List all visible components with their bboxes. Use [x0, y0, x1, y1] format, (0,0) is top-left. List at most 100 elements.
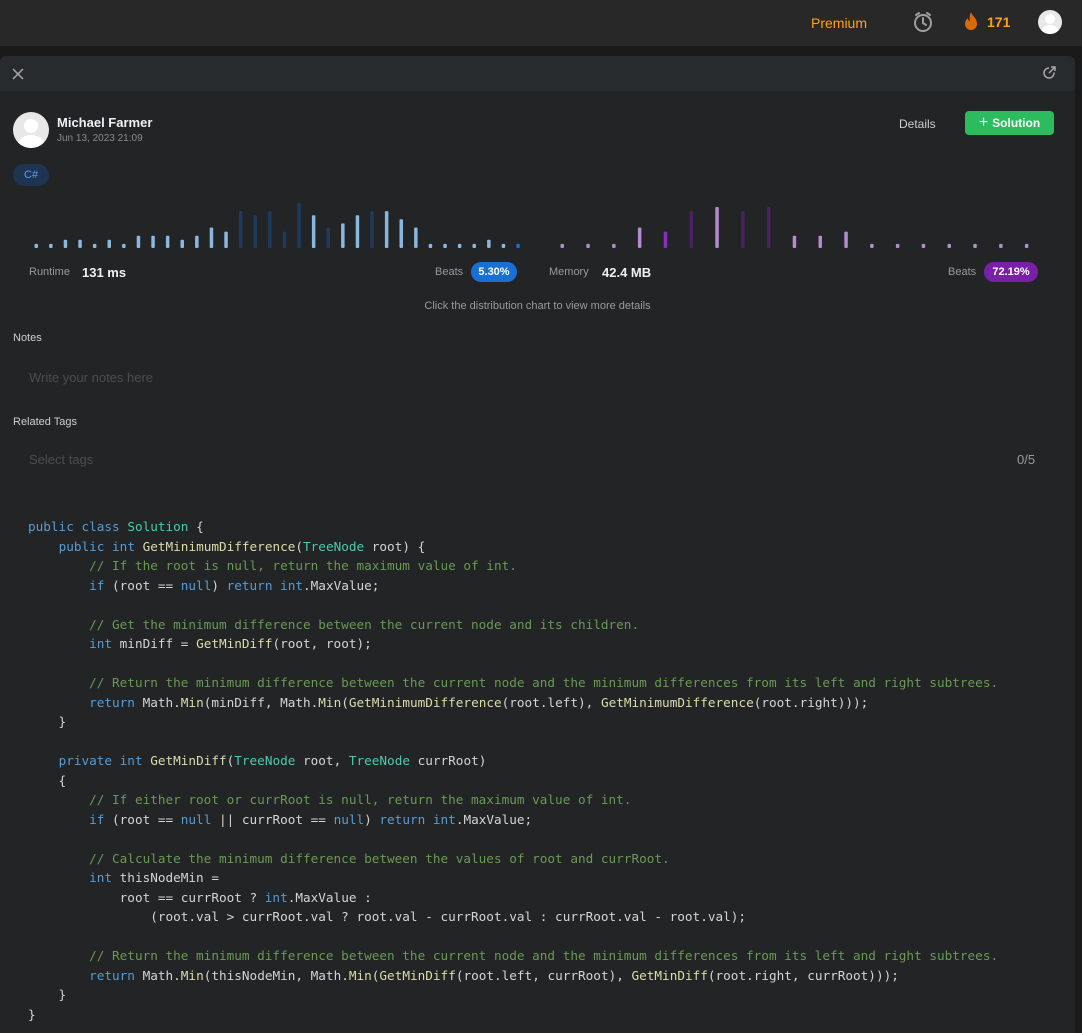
runtime-bar-33[interactable] — [501, 243, 506, 248]
runtime-bar-14[interactable] — [224, 231, 228, 248]
memory-bar-3[interactable] — [612, 243, 616, 248]
user-avatar-icon[interactable] — [1038, 10, 1062, 34]
memory-bar-17[interactable] — [973, 243, 977, 248]
code-token: // If the root is null, return the maxim… — [89, 558, 517, 573]
runtime-bar-29[interactable] — [443, 243, 447, 248]
code-token: (root == — [104, 577, 181, 593]
code-token: ) — [364, 811, 380, 827]
runtime-bar-4[interactable] — [78, 239, 82, 248]
runtime-bar-22[interactable] — [341, 223, 345, 248]
runtime-bar-3[interactable] — [63, 239, 68, 248]
memory-bar-7[interactable] — [715, 207, 719, 248]
memory-bar-16[interactable] — [947, 243, 952, 248]
runtime-bar-2[interactable] — [49, 243, 53, 248]
memory-bar-4[interactable] — [637, 227, 642, 249]
runtime-bar-30[interactable] — [457, 243, 462, 248]
premium-link[interactable]: Premium — [811, 15, 867, 31]
top-navbar: Premium 171 — [0, 0, 1082, 46]
runtime-bar-26[interactable] — [399, 219, 404, 248]
code-token: Min — [180, 694, 204, 710]
runtime-bar-25[interactable] — [384, 211, 389, 248]
code-token: root == currRoot ? — [28, 889, 265, 905]
memory-bar-13[interactable] — [870, 243, 874, 248]
code-token: .MaxValue : — [287, 889, 372, 905]
runtime-bar-28[interactable] — [428, 243, 433, 248]
tags-select[interactable]: Select tags — [13, 444, 1053, 476]
runtime-bar-31[interactable] — [472, 243, 477, 248]
runtime-bar-7[interactable] — [122, 243, 126, 248]
code-token: TreeNode — [234, 753, 296, 768]
memory-label: Memory — [549, 266, 589, 278]
runtime-bar-5[interactable] — [92, 243, 97, 248]
author-name[interactable]: Michael Farmer — [57, 115, 152, 130]
runtime-bar-18[interactable] — [282, 231, 287, 248]
notes-label: Notes — [13, 332, 42, 344]
code-line: if (root == null) return int.MaxValue; — [28, 576, 998, 596]
runtime-bar-32[interactable] — [487, 239, 491, 248]
memory-bar-9[interactable] — [766, 207, 771, 248]
memory-bar-11[interactable] — [818, 235, 823, 248]
runtime-bar-12[interactable] — [195, 235, 199, 248]
memory-bar-8[interactable] — [741, 211, 745, 248]
memory-value: 42.4 MB — [602, 265, 652, 280]
details-button[interactable]: Details — [899, 117, 936, 131]
memory-bar-18[interactable] — [999, 243, 1003, 248]
runtime-bar-15[interactable] — [238, 211, 243, 248]
memory-bar-1[interactable] — [560, 243, 565, 248]
add-solution-button[interactable]: + Solution — [965, 111, 1054, 135]
share-icon[interactable] — [1042, 66, 1056, 85]
author-avatar[interactable] — [13, 112, 49, 148]
memory-bar-10[interactable] — [792, 235, 797, 248]
runtime-bar-20[interactable] — [311, 215, 316, 248]
memory-bar-5[interactable] — [663, 231, 668, 248]
memory-bar-2[interactable] — [586, 243, 590, 248]
memory-bar-14[interactable] — [895, 243, 900, 248]
code-line: if (root == null || currRoot == null) re… — [28, 810, 998, 830]
notes-input[interactable] — [13, 361, 1053, 393]
runtime-bar-19[interactable] — [297, 202, 301, 248]
close-icon[interactable] — [12, 67, 24, 85]
streak-count[interactable]: 171 — [987, 14, 1010, 30]
memory-beats-label: Beats — [948, 266, 977, 278]
runtime-bar-1[interactable] — [34, 243, 39, 248]
code-token: } — [28, 1006, 36, 1022]
code-token: Math. — [134, 694, 181, 710]
runtime-bar-6[interactable] — [107, 239, 112, 248]
code-token: GetMinimumDifference — [600, 694, 754, 710]
code-block: public class Solution { public int GetMi… — [28, 517, 998, 1024]
code-token: (root.left), — [501, 694, 601, 710]
runtime-bar-23[interactable] — [355, 215, 360, 248]
runtime-bar-13[interactable] — [209, 227, 214, 249]
code-token: GetMinDiff — [379, 967, 456, 983]
submission-date: Jun 13, 2023 21:09 — [57, 133, 143, 144]
code-token: // Calculate the minimum difference betw… — [89, 850, 670, 866]
fire-icon[interactable] — [961, 11, 981, 38]
runtime-bar-34[interactable] — [516, 243, 520, 248]
code-token: int — [432, 811, 456, 827]
memory-bar-6[interactable] — [689, 211, 694, 248]
code-token: minDiff = — [112, 636, 197, 651]
memory-bar-19[interactable] — [1024, 243, 1029, 248]
runtime-bar-10[interactable] — [165, 235, 170, 248]
runtime-bar-9[interactable] — [151, 235, 155, 248]
memory-bar-15[interactable] — [921, 243, 926, 248]
runtime-bar-24[interactable] — [370, 211, 374, 248]
runtime-bar-16[interactable] — [253, 215, 258, 248]
runtime-bar-11[interactable] — [180, 239, 185, 248]
memory-beats-badge: 72.19% — [984, 262, 1038, 282]
code-line: private int GetMinDiff(TreeNode root, Tr… — [28, 751, 998, 771]
runtime-bar-27[interactable] — [414, 227, 418, 249]
memory-bar-12[interactable] — [844, 231, 848, 248]
timer-icon[interactable] — [912, 11, 934, 38]
distribution-chart[interactable] — [0, 196, 1075, 258]
runtime-bar-8[interactable] — [136, 235, 141, 248]
code-token: // Get the minimum difference between th… — [89, 616, 640, 632]
runtime-bar-17[interactable] — [268, 211, 272, 248]
runtime-bar-21[interactable] — [326, 227, 331, 249]
code-token: public — [28, 519, 82, 534]
